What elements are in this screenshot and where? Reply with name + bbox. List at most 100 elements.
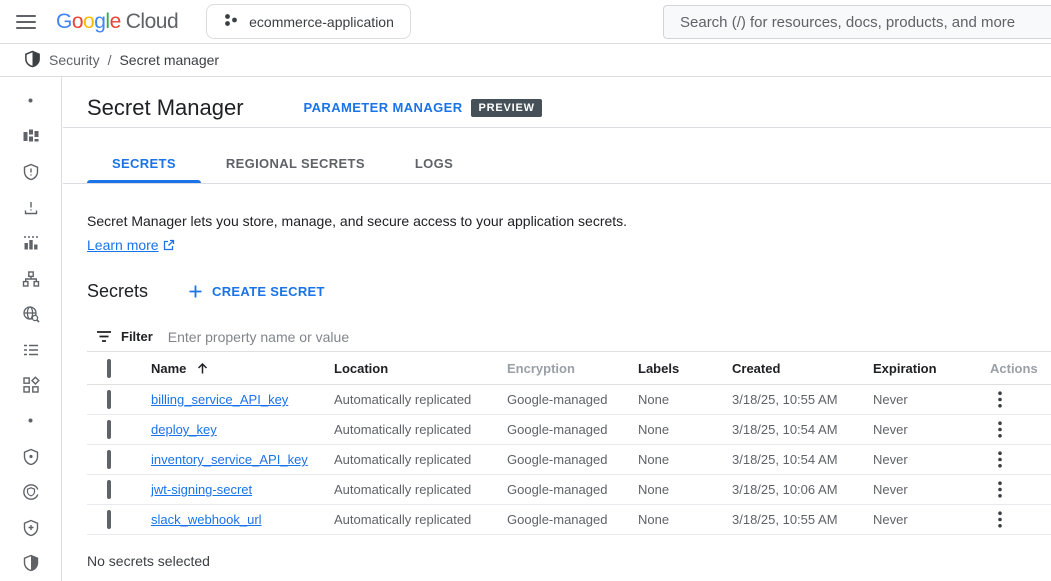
breadcrumb: Security / Secret manager xyxy=(0,44,1051,77)
sidebar-item-12[interactable] xyxy=(0,474,62,510)
sidebar-item-5[interactable] xyxy=(0,225,62,261)
project-icon xyxy=(223,12,239,31)
sidebar-item-2[interactable] xyxy=(0,119,62,155)
sidebar-item-1[interactable] xyxy=(0,83,62,119)
selection-status-text: No secrets selected xyxy=(87,553,210,569)
sidebar-item-7[interactable] xyxy=(0,296,62,332)
parameter-manager-link[interactable]: PARAMETER MANAGER xyxy=(304,100,463,115)
logo-letter: o xyxy=(72,10,83,34)
shield-half-icon xyxy=(22,554,40,572)
sidebar-item-11[interactable] xyxy=(0,439,62,475)
row-actions-menu-icon[interactable] xyxy=(988,448,1012,472)
cell-expiration: Never xyxy=(873,452,986,467)
row-checkbox[interactable] xyxy=(107,510,111,529)
breadcrumb-separator: / xyxy=(108,52,112,68)
dot-icon xyxy=(28,418,33,423)
column-header-encryption: Encryption xyxy=(507,361,638,376)
google-cloud-logo[interactable]: Google Cloud xyxy=(56,10,178,34)
sidebar-item-14[interactable] xyxy=(0,546,62,581)
tab-secrets[interactable]: SECRETS xyxy=(87,143,201,183)
dot-icon xyxy=(28,98,33,103)
project-selector-button[interactable]: ecommerce-application xyxy=(206,4,411,39)
secrets-heading: Secrets xyxy=(87,281,148,302)
cell-labels: None xyxy=(638,392,732,407)
cell-expiration: Never xyxy=(873,482,986,497)
table-row: slack_webhook_url Automatically replicat… xyxy=(87,505,1051,535)
sidebar-item-4[interactable] xyxy=(0,190,62,226)
cell-created: 3/18/25, 10:54 AM xyxy=(732,452,873,467)
menu-icon[interactable] xyxy=(16,15,36,29)
cell-location: Automatically replicated xyxy=(334,422,507,437)
filter-bar: Filter xyxy=(87,322,1051,352)
logo-letter: G xyxy=(56,10,72,34)
logo-letter: e xyxy=(110,10,121,34)
cell-encryption: Google-managed xyxy=(507,422,638,437)
secret-name-link[interactable]: inventory_service_API_key xyxy=(151,452,308,467)
security-sidebar xyxy=(0,77,62,581)
search-input[interactable] xyxy=(664,14,1051,31)
table-row: jwt-signing-secret Automatically replica… xyxy=(87,475,1051,505)
learn-more-link[interactable]: Learn more xyxy=(87,234,175,256)
row-actions-menu-icon[interactable] xyxy=(988,388,1012,412)
tab-regional-secrets[interactable]: REGIONAL SECRETS xyxy=(201,143,390,183)
breadcrumb-security-link[interactable]: Security xyxy=(49,52,100,68)
cell-labels: None xyxy=(638,482,732,497)
logo-cloud-text: Cloud xyxy=(126,10,178,34)
secret-name-link[interactable]: jwt-signing-secret xyxy=(151,482,252,497)
column-header-location: Location xyxy=(334,361,507,376)
tray-alert-icon xyxy=(22,199,40,217)
sidebar-item-6[interactable] xyxy=(0,261,62,297)
row-checkbox[interactable] xyxy=(107,480,111,499)
shield-plus-icon xyxy=(22,519,40,537)
shield-dot-icon xyxy=(22,448,40,466)
row-actions-menu-icon[interactable] xyxy=(988,508,1012,532)
table-row: billing_service_API_key Automatically re… xyxy=(87,385,1051,415)
cell-labels: None xyxy=(638,512,732,527)
secret-name-link[interactable]: billing_service_API_key xyxy=(151,392,288,407)
external-link-icon xyxy=(163,239,175,251)
column-header-expiration: Expiration xyxy=(873,361,986,376)
header-divider xyxy=(63,127,1051,128)
filter-label: Filter xyxy=(121,329,153,344)
sidebar-item-9[interactable] xyxy=(0,368,62,404)
search-bar[interactable] xyxy=(663,5,1051,39)
row-checkbox[interactable] xyxy=(107,450,111,469)
network-icon xyxy=(22,270,40,288)
cell-expiration: Never xyxy=(873,422,986,437)
row-actions-menu-icon[interactable] xyxy=(988,478,1012,502)
sidebar-item-10[interactable] xyxy=(0,403,62,439)
cell-encryption: Google-managed xyxy=(507,512,638,527)
sidebar-item-3[interactable] xyxy=(0,154,62,190)
globe-search-icon xyxy=(22,305,40,323)
column-header-created: Created xyxy=(732,361,873,376)
select-all-checkbox[interactable] xyxy=(107,359,111,378)
secret-name-link[interactable]: deploy_key xyxy=(151,422,217,437)
create-secret-button[interactable]: CREATE SECRET xyxy=(188,284,325,299)
table-row: deploy_key Automatically replicated Goog… xyxy=(87,415,1051,445)
secret-name-link[interactable]: slack_webhook_url xyxy=(151,512,262,527)
sidebar-item-8[interactable] xyxy=(0,332,62,368)
row-actions-menu-icon[interactable] xyxy=(988,418,1012,442)
logo-letter: g xyxy=(94,10,105,34)
plus-icon xyxy=(188,284,203,299)
cell-created: 3/18/25, 10:06 AM xyxy=(732,482,873,497)
breadcrumb-current-page: Secret manager xyxy=(119,52,219,68)
intro-text: Secret Manager lets you store, manage, a… xyxy=(87,210,627,232)
tab-logs[interactable]: LOGS xyxy=(390,143,478,183)
cell-expiration: Never xyxy=(873,392,986,407)
bar-chart-icon xyxy=(22,234,40,252)
cell-encryption: Google-managed xyxy=(507,482,638,497)
row-checkbox[interactable] xyxy=(107,420,111,439)
cell-expiration: Never xyxy=(873,512,986,527)
column-header-actions: Actions xyxy=(986,361,1051,376)
secrets-table: Filter Name Location Encryption Labels C… xyxy=(87,322,1051,535)
cell-labels: None xyxy=(638,422,732,437)
main-content: Secret Manager PARAMETER MANAGER PREVIEW… xyxy=(63,77,1051,581)
filter-input[interactable] xyxy=(168,329,1051,345)
column-header-name[interactable]: Name xyxy=(151,361,334,376)
cell-encryption: Google-managed xyxy=(507,392,638,407)
sort-ascending-icon xyxy=(196,362,209,375)
list-icon xyxy=(22,341,40,359)
row-checkbox[interactable] xyxy=(107,390,111,409)
sidebar-item-13[interactable] xyxy=(0,510,62,546)
